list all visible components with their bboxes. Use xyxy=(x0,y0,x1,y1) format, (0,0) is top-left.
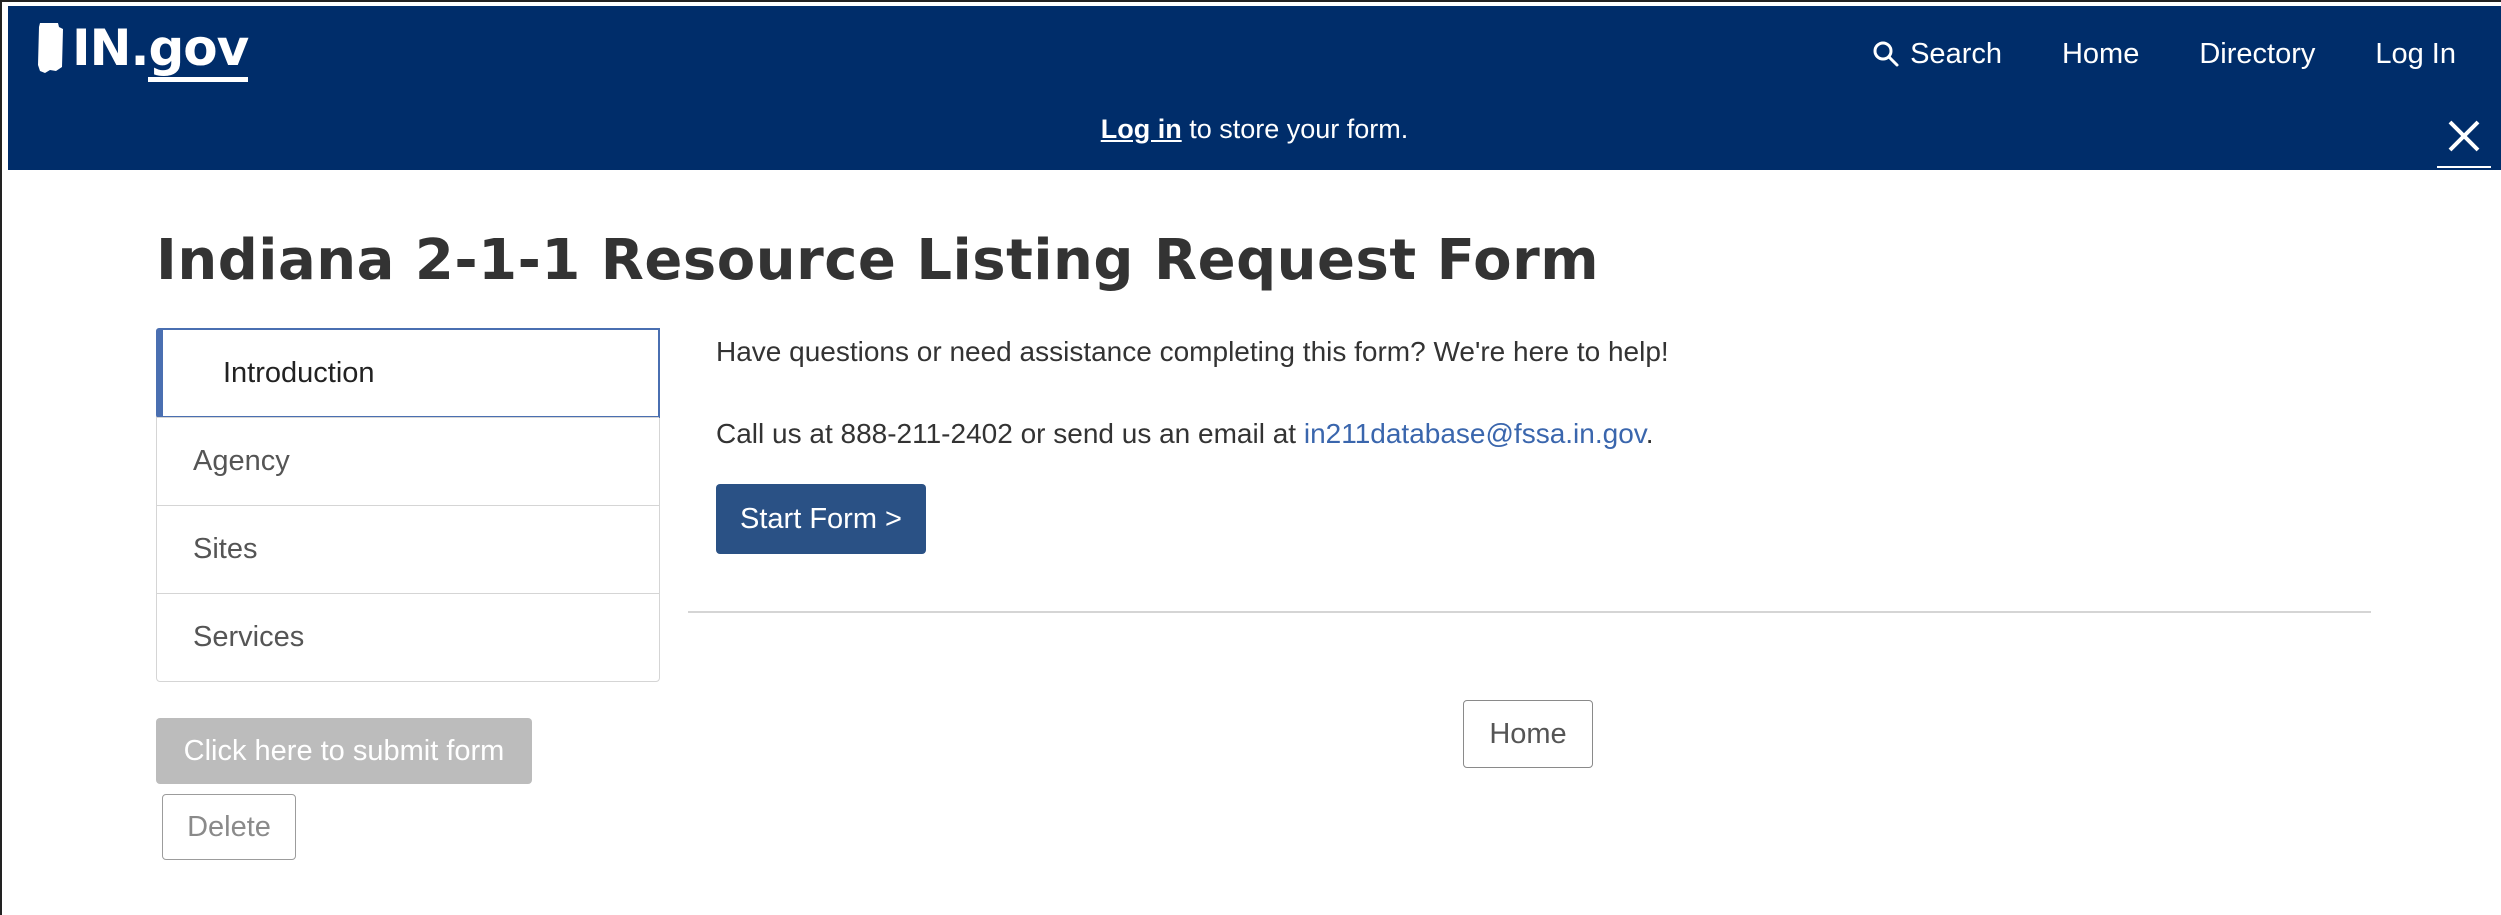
start-form-button[interactable]: Start Form > xyxy=(716,484,926,554)
in-gov-logo[interactable]: IN.gov xyxy=(36,16,249,82)
nav-login-link[interactable]: Log In xyxy=(2375,38,2456,71)
intro-text: Have questions or need assistance comple… xyxy=(716,336,1669,367)
contact-prefix: Call us at 888-211-2402 or send us an em… xyxy=(716,418,1304,449)
submit-form-button[interactable]: Click here to submit form xyxy=(156,718,532,784)
top-nav: Search Home Directory Log In xyxy=(1872,26,2456,82)
notice-text: to store your form. xyxy=(1181,114,1409,144)
indiana-state-shape-icon xyxy=(36,21,66,75)
logo-text-in: IN. xyxy=(72,19,149,77)
site-header: IN.gov Search Home Directory Log In Log … xyxy=(8,6,2501,170)
close-icon xyxy=(2446,118,2482,154)
form-section-nav: Introduction Agency Sites Services xyxy=(156,328,660,682)
sidenav-item-agency[interactable]: Agency xyxy=(157,417,659,505)
nav-search-label: Search xyxy=(1910,37,2002,70)
search-icon xyxy=(1872,40,1900,68)
login-notice: Log in to store your form. xyxy=(8,114,2501,145)
nav-home-link[interactable]: Home xyxy=(2062,38,2139,71)
notice-login-link[interactable]: Log in xyxy=(1101,114,1182,144)
content-divider xyxy=(688,611,2371,613)
contact-suffix: . xyxy=(1645,418,1654,449)
contact-text: Call us at 888-211-2402 or send us an em… xyxy=(716,418,1653,450)
contact-email-link[interactable]: in211database@fssa.in.gov xyxy=(1304,418,1646,449)
intro-content: Have questions or need assistance comple… xyxy=(716,336,1669,368)
sidenav-item-services[interactable]: Services xyxy=(157,593,659,681)
logo-text-gov: gov xyxy=(148,19,249,82)
sidenav-item-sites[interactable]: Sites xyxy=(157,505,659,593)
close-notice-button[interactable] xyxy=(2437,106,2491,168)
sidenav-item-introduction[interactable]: Introduction xyxy=(156,328,660,418)
delete-button[interactable]: Delete xyxy=(162,794,296,860)
nav-directory-link[interactable]: Directory xyxy=(2199,38,2315,71)
home-button[interactable]: Home xyxy=(1463,700,1593,768)
page-title: Indiana 2-1-1 Resource Listing Request F… xyxy=(156,228,1600,293)
nav-search-link[interactable]: Search xyxy=(1872,38,2002,71)
